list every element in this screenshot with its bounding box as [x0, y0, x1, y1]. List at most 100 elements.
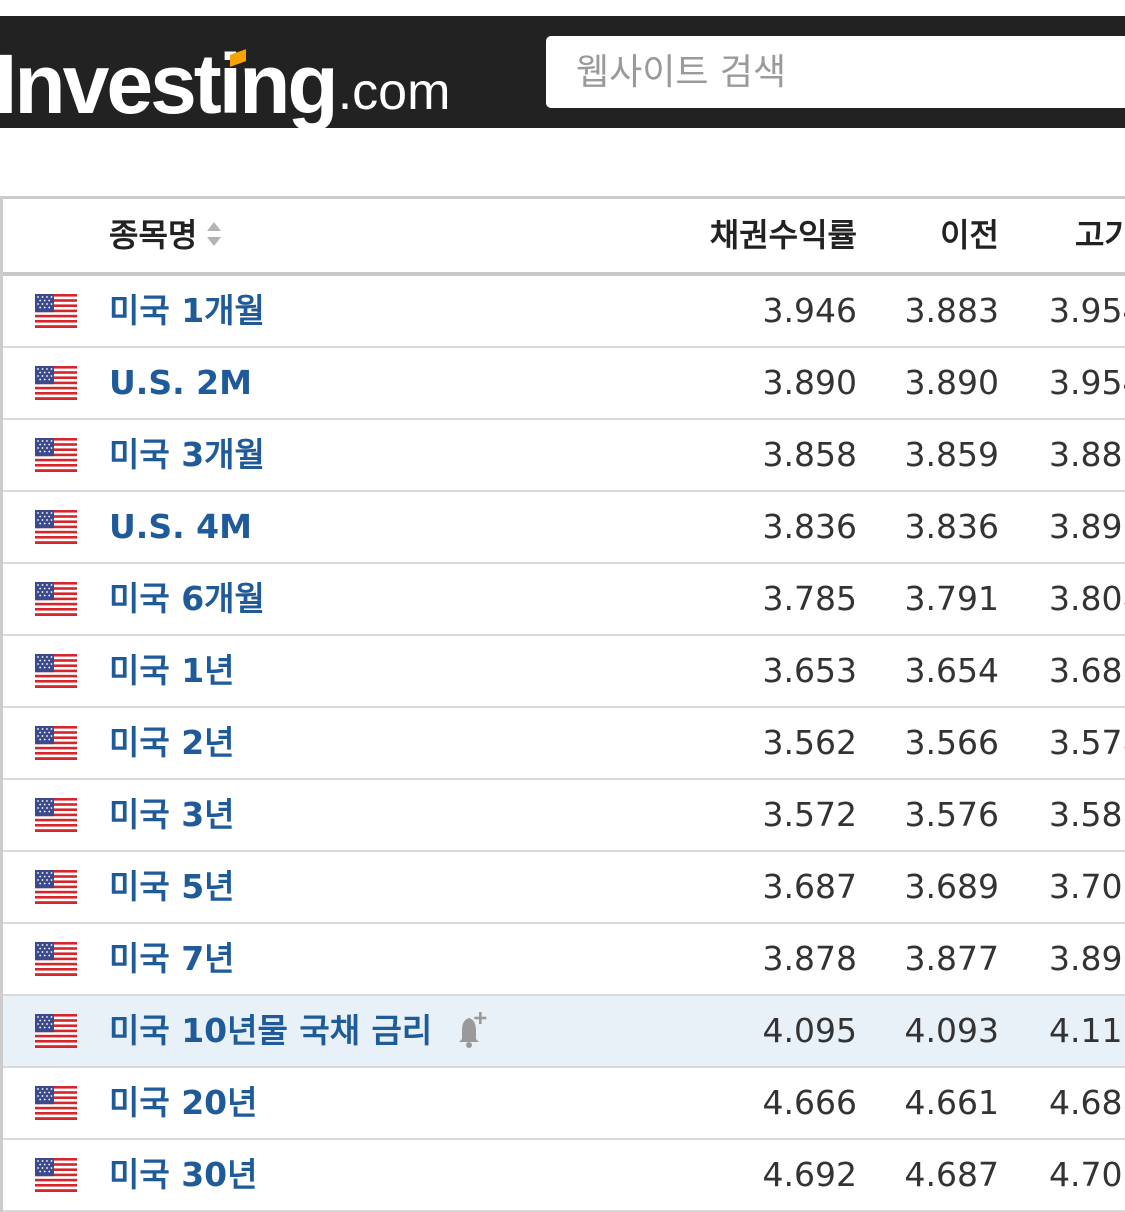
us-flag-icon: [35, 654, 77, 688]
instrument-name: 미국 20년: [109, 1083, 258, 1122]
yield-cell: 3.653: [762, 651, 857, 690]
high-cell: 4.707: [1049, 1155, 1125, 1194]
instrument-link[interactable]: 미국 30년: [109, 1140, 258, 1210]
high-cell: 3.685: [1049, 651, 1125, 690]
high-cell: 3.893: [1049, 939, 1125, 978]
prev-cell: 3.859: [904, 435, 999, 474]
instrument-name: 미국 2년: [109, 723, 235, 762]
prev-cell: 3.883: [904, 291, 999, 330]
table-row: 미국 10년물 국채 금리 4.095 4.093 4.113: [3, 996, 1125, 1068]
logo-suffix: .com: [337, 63, 451, 121]
instrument-name: 미국 3년: [109, 795, 235, 834]
us-flag-icon: [35, 798, 77, 832]
instrument-name: 미국 1개월: [109, 291, 265, 330]
yield-cell: 4.666: [762, 1083, 857, 1122]
prev-cell: 4.661: [904, 1083, 999, 1122]
yield-cell: 3.572: [762, 795, 857, 834]
prev-cell: 3.890: [904, 363, 999, 402]
high-cell: 3.578: [1049, 723, 1125, 762]
yield-cell: 3.836: [762, 507, 857, 546]
high-cell: 3.954: [1049, 291, 1125, 330]
instrument-name: 미국 7년: [109, 939, 235, 978]
yield-cell: 3.890: [762, 363, 857, 402]
us-flag-icon: [35, 366, 77, 400]
prev-cell: 3.566: [904, 723, 999, 762]
prev-cell: 3.576: [904, 795, 999, 834]
prev-cell: 3.654: [904, 651, 999, 690]
instrument-name: 미국 3개월: [109, 435, 265, 474]
us-flag-icon: [35, 1014, 77, 1048]
instrument-link[interactable]: 미국 7년: [109, 924, 235, 994]
instrument-link[interactable]: 미국 10년물 국채 금리: [109, 996, 490, 1066]
table-row: 미국 6개월 3.785 3.791 3.808: [3, 564, 1125, 636]
prev-cell: 4.687: [904, 1155, 999, 1194]
table-row: 미국 2년 3.562 3.566 3.578: [3, 708, 1125, 780]
column-header-prev[interactable]: 이전: [940, 199, 999, 272]
yield-cell: 3.878: [762, 939, 857, 978]
prev-cell: 3.877: [904, 939, 999, 978]
column-header-name[interactable]: 종목명: [109, 199, 222, 272]
us-flag-icon: [35, 726, 77, 760]
prev-cell: 3.689: [904, 867, 999, 906]
instrument-name: U.S. 4M: [109, 507, 252, 546]
instrument-link[interactable]: 미국 20년: [109, 1068, 258, 1138]
prev-cell: 3.836: [904, 507, 999, 546]
table-row: 미국 1년 3.653 3.654 3.685: [3, 636, 1125, 708]
table-row: U.S. 2M 3.890 3.890 3.954: [3, 348, 1125, 420]
bond-yields-table: 종목명 채권수익률 이전 고가 미국 1개월 3.946 3.883 3.95 …: [0, 196, 1125, 1212]
table-row: 미국 20년 4.666 4.661 4.683: [3, 1068, 1125, 1140]
instrument-link[interactable]: U.S. 2M: [109, 348, 252, 418]
investing-logo[interactable]: Investing .com: [0, 37, 451, 131]
us-flag-icon: [35, 582, 77, 616]
column-header-yield[interactable]: 채권수익률: [710, 199, 857, 272]
yield-cell: 3.858: [762, 435, 857, 474]
instrument-name: 미국 6개월: [109, 579, 265, 618]
yield-cell: 4.095: [762, 1011, 857, 1050]
yield-cell: 3.562: [762, 723, 857, 762]
us-flag-icon: [35, 510, 77, 544]
high-cell: 3.703: [1049, 867, 1125, 906]
high-cell: 4.113: [1049, 1011, 1125, 1050]
column-header-high[interactable]: 고가: [1075, 199, 1125, 272]
instrument-name: 미국 30년: [109, 1155, 258, 1194]
table-row: 미국 1개월 3.946 3.883 3.954: [3, 276, 1125, 348]
high-cell: 3.891: [1049, 507, 1125, 546]
sort-icon[interactable]: [207, 221, 222, 247]
logo-wordmark: Investing: [0, 37, 339, 131]
high-cell: 4.683: [1049, 1083, 1125, 1122]
us-flag-icon: [35, 942, 77, 976]
us-flag-icon: [35, 870, 77, 904]
high-cell: 3.883: [1049, 435, 1125, 474]
prev-cell: 4.093: [904, 1011, 999, 1050]
column-header-name-label: 종목명: [109, 216, 198, 254]
table-row: 미국 5년 3.687 3.689 3.703: [3, 852, 1125, 924]
yield-cell: 3.785: [762, 579, 857, 618]
us-flag-icon: [35, 1158, 77, 1192]
us-flag-icon: [35, 438, 77, 472]
yield-cell: 4.692: [762, 1155, 857, 1194]
table-row: 미국 30년 4.692 4.687 4.707: [3, 1140, 1125, 1212]
yield-cell: 3.946: [762, 291, 857, 330]
search-input[interactable]: [546, 36, 1125, 108]
us-flag-icon: [35, 294, 77, 328]
table-row: 미국 7년 3.878 3.877 3.893: [3, 924, 1125, 996]
instrument-name: 미국 5년: [109, 867, 235, 906]
high-cell: 3.587: [1049, 795, 1125, 834]
table-row: U.S. 4M 3.836 3.836 3.891: [3, 492, 1125, 564]
instrument-link[interactable]: U.S. 4M: [109, 492, 252, 562]
instrument-link[interactable]: 미국 6개월: [109, 564, 265, 634]
instrument-link[interactable]: 미국 2년: [109, 708, 235, 778]
instrument-link[interactable]: 미국 1개월: [109, 276, 265, 346]
instrument-link[interactable]: 미국 3개월: [109, 420, 265, 490]
instrument-link[interactable]: 미국 1년: [109, 636, 235, 706]
table-row: 미국 3개월 3.858 3.859 3.883: [3, 420, 1125, 492]
table-body: 미국 1개월 3.946 3.883 3.954 U.S. 2M 3.890 3…: [3, 276, 1125, 1212]
us-flag-icon: [35, 1086, 77, 1120]
instrument-link[interactable]: 미국 5년: [109, 852, 235, 922]
bell-plus-icon[interactable]: [448, 1008, 490, 1050]
prev-cell: 3.791: [904, 579, 999, 618]
instrument-name: U.S. 2M: [109, 363, 252, 402]
instrument-link[interactable]: 미국 3년: [109, 780, 235, 850]
table-header: 종목명 채권수익률 이전 고가: [3, 199, 1125, 276]
high-cell: 3.808: [1049, 579, 1125, 618]
